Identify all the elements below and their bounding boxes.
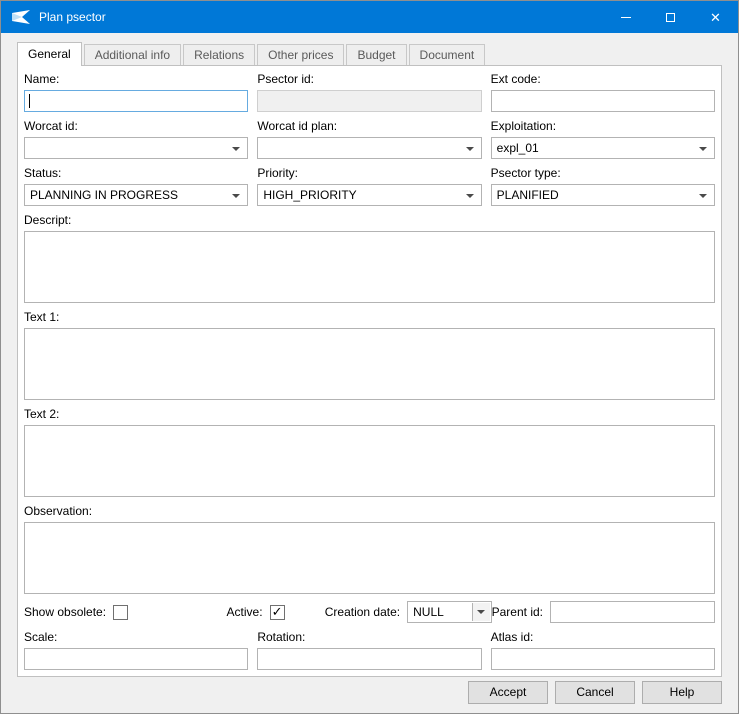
observation-textarea[interactable] [24,522,715,594]
plan-psector-dialog: Plan psector ✕ General Additional info R… [0,0,739,714]
maximize-button[interactable] [648,1,693,33]
titlebar: Plan psector ✕ [1,1,738,33]
dialog-footer: Accept Cancel Help [1,677,738,713]
priority-combo[interactable]: HIGH_PRIORITY [257,184,481,206]
priority-label: Priority: [257,166,481,181]
text2-label: Text 2: [24,407,715,422]
psector-type-label: Psector type: [491,166,715,181]
accept-button[interactable]: Accept [468,681,548,704]
chevron-down-icon [699,194,707,198]
worcat-id-combo[interactable] [24,137,248,159]
general-tab-panel: Name: Psector id: Ext code: Worcat id: [17,65,722,677]
dropdown-button[interactable] [472,603,490,621]
maximize-icon [666,13,675,22]
tab-relations[interactable]: Relations [183,44,255,65]
psector-id-label: Psector id: [257,72,481,87]
chevron-down-icon [466,194,474,198]
worcat-id-plan-label: Worcat id plan: [257,119,481,134]
tab-document[interactable]: Document [409,44,486,65]
tab-general[interactable]: General [17,42,82,66]
exploitation-combo[interactable]: expl_01 [491,137,715,159]
close-button[interactable]: ✕ [693,1,738,33]
rotation-label: Rotation: [257,630,481,645]
status-combo[interactable]: PLANNING IN PROGRESS [24,184,248,206]
worcat-id-label: Worcat id: [24,119,248,134]
minimize-icon [621,17,631,18]
text2-textarea[interactable] [24,425,715,497]
scale-input[interactable] [24,648,248,670]
show-obsolete-label: Show obsolete: [24,605,106,619]
text-caret [29,94,30,108]
chevron-down-icon [477,610,485,614]
active-label: Active: [227,605,263,619]
tab-other-prices[interactable]: Other prices [257,44,344,65]
ext-code-label: Ext code: [491,72,715,87]
descript-label: Descript: [24,213,715,228]
help-button[interactable]: Help [642,681,722,704]
exploitation-label: Exploitation: [491,119,715,134]
flag-icon [11,9,31,25]
atlas-id-label: Atlas id: [491,630,715,645]
descript-textarea[interactable] [24,231,715,303]
rotation-input[interactable] [257,648,481,670]
name-input[interactable] [24,90,248,112]
show-obsolete-checkbox[interactable]: ✓ [113,605,128,620]
name-label: Name: [24,72,248,87]
tab-bar: General Additional info Relations Other … [1,33,738,65]
scale-label: Scale: [24,630,248,645]
parent-id-label: Parent id: [492,605,543,619]
tab-budget[interactable]: Budget [346,44,406,65]
chevron-down-icon [699,147,707,151]
active-checkbox[interactable]: ✓ [270,605,285,620]
window-title: Plan psector [39,10,106,24]
psector-id-input [257,90,481,112]
cancel-button[interactable]: Cancel [555,681,635,704]
chevron-down-icon [466,147,474,151]
text1-label: Text 1: [24,310,715,325]
window-controls: ✕ [603,1,738,33]
status-label: Status: [24,166,248,181]
minimize-button[interactable] [603,1,648,33]
worcat-id-plan-combo[interactable] [257,137,481,159]
chevron-down-icon [232,194,240,198]
ext-code-input[interactable] [491,90,715,112]
psector-type-combo[interactable]: PLANIFIED [491,184,715,206]
tab-additional-info[interactable]: Additional info [84,44,181,65]
creation-date-combo[interactable]: NULL [407,601,492,623]
parent-id-input[interactable] [550,601,715,623]
checkmark-icon: ✓ [272,605,283,618]
close-icon: ✕ [710,11,721,24]
creation-date-label: Creation date: [325,605,400,619]
text1-textarea[interactable] [24,328,715,400]
chevron-down-icon [232,147,240,151]
observation-label: Observation: [24,504,715,519]
atlas-id-input[interactable] [491,648,715,670]
